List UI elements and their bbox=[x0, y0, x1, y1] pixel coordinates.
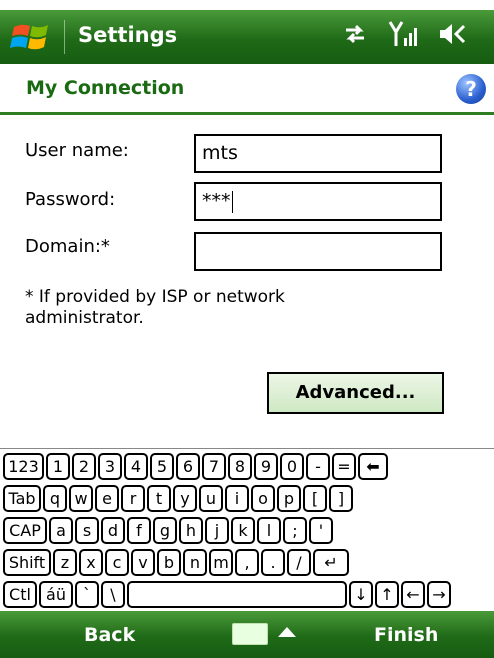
on-screen-keyboard: 123 1 2 3 4 5 6 7 8 9 0 - = ⬅ Tab q w e … bbox=[0, 448, 494, 611]
page-header: My Connection ? bbox=[0, 68, 494, 110]
key-backtick[interactable]: ` bbox=[75, 581, 99, 608]
keyboard-row-4: Shift z x c v b n m , . / ↵ bbox=[0, 547, 494, 579]
key-ctrl[interactable]: Ctl bbox=[3, 581, 37, 608]
key-p[interactable]: p bbox=[277, 485, 301, 512]
key-6[interactable]: 6 bbox=[176, 453, 200, 480]
key-down-arrow[interactable]: ↓ bbox=[349, 581, 373, 608]
keyboard-icon[interactable] bbox=[232, 623, 268, 645]
status-icons bbox=[342, 20, 468, 52]
header-divider bbox=[0, 112, 494, 115]
input-menu-arrow-icon[interactable] bbox=[278, 627, 296, 637]
key-n[interactable]: n bbox=[183, 549, 207, 576]
key-q[interactable]: q bbox=[43, 485, 67, 512]
key-2[interactable]: 2 bbox=[72, 453, 96, 480]
key-y[interactable]: y bbox=[173, 485, 197, 512]
username-value: mts bbox=[202, 142, 238, 164]
password-value: *** bbox=[202, 190, 231, 212]
key-3[interactable]: 3 bbox=[98, 453, 122, 480]
isp-note: * If provided by ISP or network administ… bbox=[25, 287, 285, 328]
domain-label: Domain:* bbox=[25, 236, 110, 257]
app-title: Settings bbox=[78, 23, 178, 47]
key-slash[interactable]: / bbox=[287, 549, 311, 576]
domain-field[interactable] bbox=[194, 232, 442, 271]
softkey-bar: Back Finish bbox=[0, 611, 494, 658]
password-field[interactable]: *** bbox=[194, 182, 442, 221]
key-4[interactable]: 4 bbox=[124, 453, 148, 480]
volume-icon[interactable] bbox=[438, 21, 468, 51]
signal-icon[interactable] bbox=[388, 20, 418, 52]
key-u[interactable]: u bbox=[199, 485, 223, 512]
text-caret bbox=[231, 190, 233, 213]
key-period[interactable]: . bbox=[261, 549, 285, 576]
key-a[interactable]: a bbox=[49, 517, 73, 544]
key-z[interactable]: z bbox=[53, 549, 77, 576]
username-field[interactable]: mts bbox=[194, 134, 442, 173]
key-backslash[interactable]: \ bbox=[101, 581, 125, 608]
keyboard-row-3: CAP a s d f g h j k l ; ' bbox=[0, 515, 494, 547]
title-bar: Settings bbox=[0, 10, 494, 64]
key-open-bracket[interactable]: [ bbox=[303, 485, 327, 512]
help-icon[interactable]: ? bbox=[456, 74, 486, 104]
finish-softkey[interactable]: Finish bbox=[374, 624, 438, 646]
key-m[interactable]: m bbox=[209, 549, 233, 576]
key-e[interactable]: e bbox=[95, 485, 119, 512]
key-close-bracket[interactable]: ] bbox=[329, 485, 353, 512]
key-comma[interactable]: , bbox=[235, 549, 259, 576]
key-tab[interactable]: Tab bbox=[3, 485, 41, 512]
key-g[interactable]: g bbox=[153, 517, 177, 544]
key-w[interactable]: w bbox=[69, 485, 93, 512]
key-i[interactable]: i bbox=[225, 485, 249, 512]
page-title: My Connection bbox=[26, 77, 185, 99]
key-t[interactable]: t bbox=[147, 485, 171, 512]
key-0[interactable]: 0 bbox=[280, 453, 304, 480]
key-b[interactable]: b bbox=[157, 549, 181, 576]
key-d[interactable]: d bbox=[101, 517, 125, 544]
key-h[interactable]: h bbox=[179, 517, 203, 544]
key-5[interactable]: 5 bbox=[150, 453, 174, 480]
key-space[interactable] bbox=[127, 581, 347, 608]
key-s[interactable]: s bbox=[75, 517, 99, 544]
key-left-arrow[interactable]: ← bbox=[401, 581, 425, 608]
key-j[interactable]: j bbox=[205, 517, 229, 544]
key-up-arrow[interactable]: ↑ bbox=[375, 581, 399, 608]
advanced-button[interactable]: Advanced... bbox=[267, 372, 444, 414]
key-right-arrow[interactable]: → bbox=[427, 581, 451, 608]
key-r[interactable]: r bbox=[121, 485, 145, 512]
key-caps[interactable]: CAP bbox=[3, 517, 47, 544]
password-label: Password: bbox=[25, 189, 116, 210]
username-label: User name: bbox=[25, 140, 129, 161]
key-7[interactable]: 7 bbox=[202, 453, 226, 480]
key-k[interactable]: k bbox=[231, 517, 255, 544]
key-9[interactable]: 9 bbox=[254, 453, 278, 480]
key-shift[interactable]: Shift bbox=[3, 549, 51, 576]
key-o[interactable]: o bbox=[251, 485, 275, 512]
key-x[interactable]: x bbox=[79, 549, 103, 576]
key-accents[interactable]: áü bbox=[39, 581, 73, 608]
key-c[interactable]: c bbox=[105, 549, 129, 576]
back-softkey[interactable]: Back bbox=[84, 624, 135, 646]
key-apostrophe[interactable]: ' bbox=[309, 517, 333, 544]
key-minus[interactable]: - bbox=[306, 453, 330, 480]
keyboard-row-2: Tab q w e r t y u i o p [ ] bbox=[0, 483, 494, 515]
windows-logo-icon[interactable] bbox=[10, 19, 56, 55]
key-8[interactable]: 8 bbox=[228, 453, 252, 480]
title-separator bbox=[64, 20, 65, 54]
key-enter[interactable]: ↵ bbox=[313, 549, 349, 576]
key-f[interactable]: f bbox=[127, 517, 151, 544]
connectivity-icon[interactable] bbox=[342, 22, 368, 50]
key-v[interactable]: v bbox=[131, 549, 155, 576]
keyboard-row-1: 123 1 2 3 4 5 6 7 8 9 0 - = ⬅ bbox=[0, 451, 494, 483]
key-backspace[interactable]: ⬅ bbox=[358, 453, 388, 480]
key-123[interactable]: 123 bbox=[3, 453, 44, 480]
keyboard-row-5: Ctl áü ` \ ↓ ↑ ← → bbox=[0, 579, 494, 611]
key-l[interactable]: l bbox=[257, 517, 281, 544]
key-1[interactable]: 1 bbox=[46, 453, 70, 480]
key-semicolon[interactable]: ; bbox=[283, 517, 307, 544]
key-equals[interactable]: = bbox=[332, 453, 356, 480]
